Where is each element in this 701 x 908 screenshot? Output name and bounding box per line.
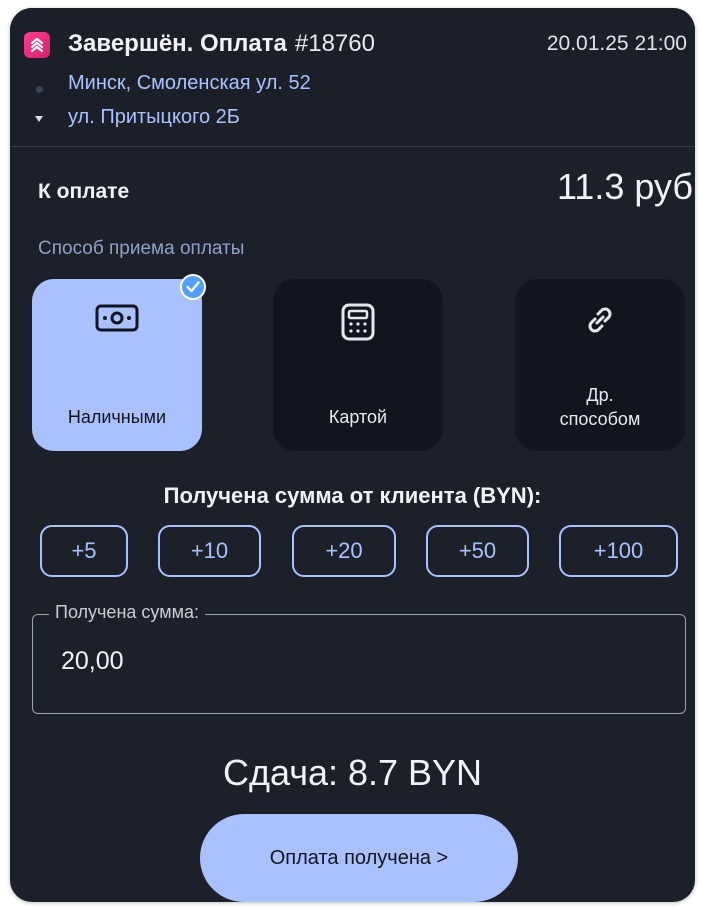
received-amount-field[interactable]: Получена сумма: 20,00 <box>32 602 686 714</box>
order-status: Завершён. Оплата <box>68 30 287 57</box>
order-title: Завершён. Оплата #18760 <box>68 30 375 58</box>
origin-dot-icon <box>36 86 43 93</box>
payment-method-label: Способ приема оплаты <box>38 238 245 259</box>
payment-card: Завершён. Оплата #18760 20.01.25 21:00 Ми… <box>10 8 695 902</box>
method-card-label: Картой <box>328 407 388 427</box>
cash-icon <box>95 303 139 338</box>
card-terminal-icon <box>341 303 375 346</box>
quick-add-50-button[interactable]: +50 <box>426 525 529 577</box>
method-other-label-line1: Др. <box>586 385 614 405</box>
payment-received-button[interactable]: Оплата получена > <box>200 814 518 902</box>
address-from: Минск, Смоленская ул. 52 <box>68 72 311 94</box>
quick-add-5-button[interactable]: +5 <box>40 525 128 577</box>
received-amount-title: Получена сумма от клиента (BYN): <box>163 483 542 508</box>
amount-due-label: К оплате <box>38 180 130 203</box>
quick-add-10-button[interactable]: +10 <box>158 525 261 577</box>
amount-due-value: 11.3 руб <box>556 166 693 207</box>
link-icon <box>583 303 617 342</box>
app-logo-icon <box>24 32 50 58</box>
received-amount-field-label: Получена сумма: <box>49 602 205 623</box>
quick-add-20-button[interactable]: +20 <box>292 525 396 577</box>
method-card-button[interactable]: Картой <box>273 279 443 451</box>
quick-add-100-button[interactable]: +100 <box>559 525 678 577</box>
received-amount-input-value[interactable]: 20,00 <box>61 647 124 676</box>
method-other-label: Др. способом <box>515 383 685 431</box>
selected-check-icon <box>180 274 206 300</box>
order-header: Завершён. Оплата #18760 20.01.25 21:00 Ми… <box>10 8 695 147</box>
order-datetime: 20.01.25 21:00 <box>546 32 687 55</box>
method-cash-label: Наличными <box>67 407 167 427</box>
method-other-label-line2: способом <box>559 409 641 429</box>
method-cash-button[interactable]: Наличными <box>32 279 202 451</box>
order-number: #18760 <box>294 30 375 57</box>
destination-arrow-icon <box>35 116 43 122</box>
method-other-button[interactable]: Др. способом <box>515 279 685 451</box>
address-to: ул. Притыцкого 2Б <box>68 106 240 128</box>
change-amount: Сдача: 8.7 BYN <box>222 752 483 793</box>
